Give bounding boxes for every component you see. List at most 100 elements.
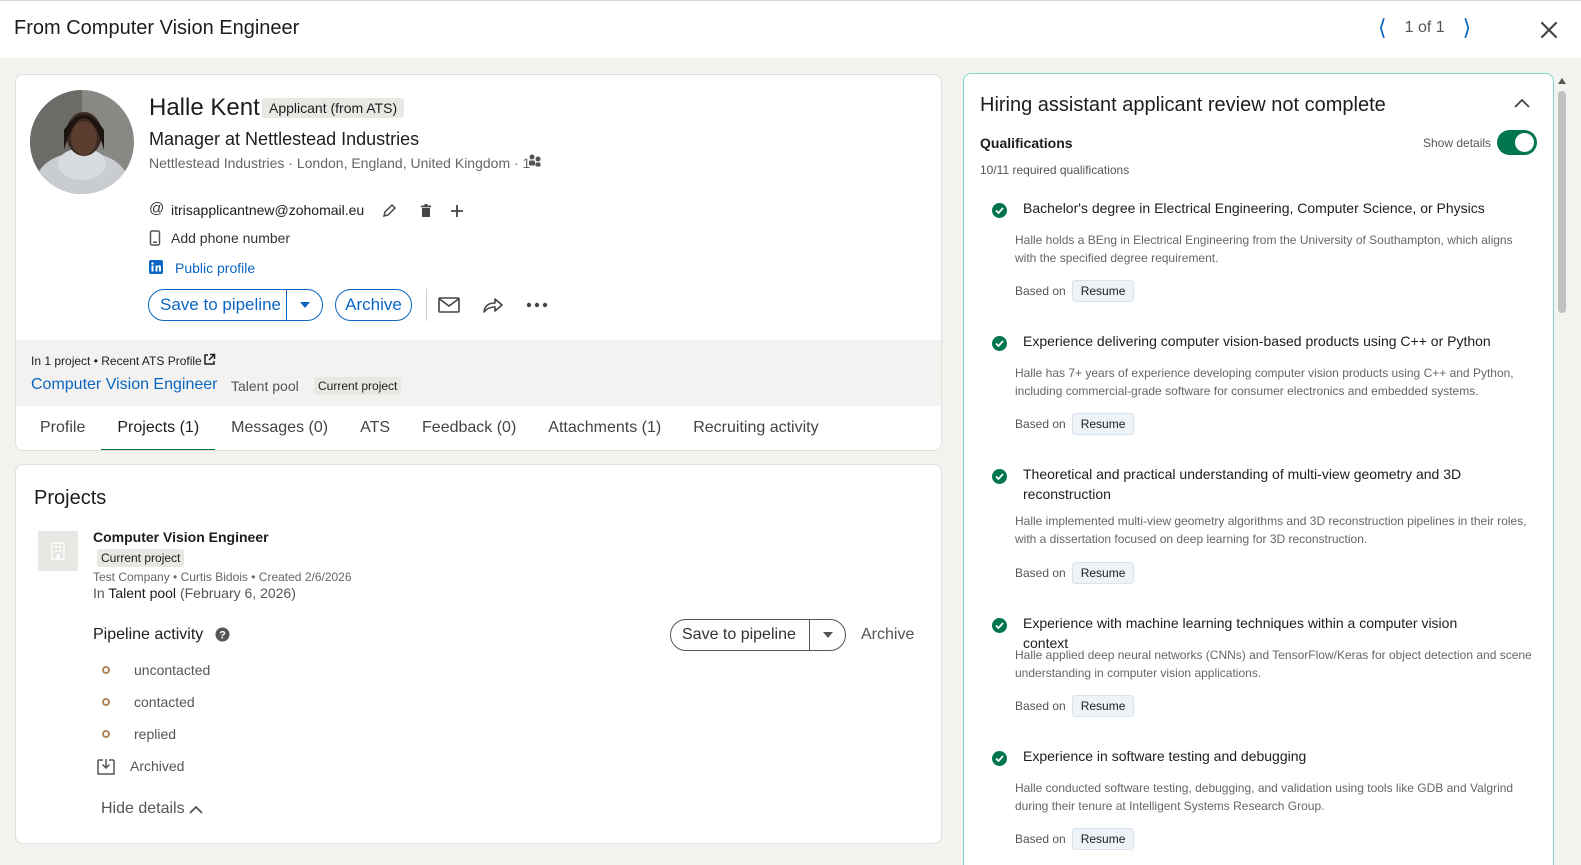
- based-on: Based on Resume: [1015, 562, 1135, 584]
- candidate-name: Halle Kent: [149, 94, 260, 121]
- linkedin-icon: [149, 260, 163, 274]
- save-to-pipeline-button[interactable]: Save to pipeline: [148, 289, 323, 321]
- qualification-title: Experience delivering computer vision-ba…: [1023, 333, 1491, 349]
- stage-dot-icon: [102, 698, 110, 706]
- previous-icon[interactable]: ⟨: [1378, 17, 1387, 39]
- pipeline-save-button[interactable]: Save to pipeline: [670, 619, 846, 651]
- stage-uncontacted: uncontacted: [94, 654, 210, 686]
- add-phone-link[interactable]: Add phone number: [171, 230, 290, 246]
- resume-chip[interactable]: Resume: [1071, 280, 1135, 302]
- stage-label: replied: [134, 726, 177, 742]
- project-link[interactable]: Computer Vision Engineer: [31, 376, 217, 394]
- save-dropdown[interactable]: [286, 290, 322, 320]
- current-project-tag: Current project: [314, 377, 402, 395]
- based-on: Based on Resume: [1015, 695, 1135, 717]
- panel-scrollbar[interactable]: [1557, 77, 1567, 865]
- resume-chip[interactable]: Resume: [1071, 413, 1135, 435]
- projects-card: Projects Computer Vision Engineer Curren…: [15, 464, 942, 844]
- pipeline-save-dropdown[interactable]: [809, 620, 845, 650]
- projects-heading: Projects: [34, 487, 107, 509]
- save-to-pipeline-label: Save to pipeline: [160, 295, 281, 314]
- more-icon[interactable]: [526, 302, 548, 308]
- qualifications-heading: Qualifications: [980, 135, 1073, 151]
- archive-button[interactable]: Archive: [335, 289, 412, 321]
- profile-card: Halle Kent Applicant (from ATS) Manager …: [15, 74, 942, 451]
- building-icon: [51, 542, 65, 560]
- resume-chip[interactable]: Resume: [1071, 828, 1135, 850]
- pipeline-stages: uncontacted contacted replied Archived: [94, 654, 210, 782]
- stage-contacted: contacted: [94, 686, 210, 718]
- ats-summary: In 1 project • Recent ATS Profile Comput…: [16, 340, 941, 406]
- tab-projects[interactable]: Projects (1): [101, 405, 215, 450]
- based-on-label: Based on: [1015, 699, 1066, 713]
- scroll-up-icon[interactable]: [1558, 77, 1566, 85]
- tab-ats[interactable]: ATS: [344, 405, 406, 450]
- stage-dot-icon: [102, 666, 110, 674]
- pipeline-archive-button[interactable]: Archive: [861, 626, 914, 644]
- based-on-label: Based on: [1015, 417, 1066, 431]
- message-icon[interactable]: [438, 296, 460, 314]
- based-on-label: Based on: [1015, 566, 1066, 580]
- avatar[interactable]: [30, 90, 134, 194]
- tab-recruiting-activity[interactable]: Recruiting activity: [677, 405, 834, 450]
- phone-icon: [149, 230, 161, 246]
- share-icon[interactable]: [482, 296, 504, 314]
- close-icon[interactable]: [1536, 17, 1562, 43]
- resume-chip[interactable]: Resume: [1071, 562, 1135, 584]
- in-stage: Talent pool: [108, 585, 177, 601]
- based-on-label: Based on: [1015, 832, 1066, 846]
- help-icon[interactable]: ?: [215, 627, 230, 642]
- applicant-badge: Applicant (from ATS): [262, 98, 405, 118]
- toggle-knob: [1515, 133, 1534, 152]
- hiring-assistant-panel: Hiring assistant applicant review not co…: [963, 73, 1554, 865]
- tab-profile[interactable]: Profile: [24, 405, 101, 450]
- stage-label: contacted: [134, 694, 195, 710]
- stage-archived: Archived: [94, 750, 210, 782]
- next-icon[interactable]: ⟩: [1463, 17, 1472, 39]
- pager: ⟨ 1 of 1 ⟩: [1378, 17, 1472, 39]
- scrollbar-thumb[interactable]: [1558, 91, 1566, 313]
- add-icon[interactable]: [449, 203, 465, 219]
- project-title[interactable]: Computer Vision Engineer: [93, 529, 269, 545]
- qualification-title: Experience in software testing and debug…: [1023, 748, 1307, 764]
- chevron-up-icon: [188, 805, 203, 814]
- qualification-title: Theoretical and practical understanding …: [1023, 466, 1462, 502]
- pipeline-heading: Pipeline activity: [93, 626, 204, 643]
- at-icon: @: [149, 200, 165, 217]
- collapse-icon[interactable]: [1514, 98, 1530, 108]
- show-details-toggle[interactable]: [1497, 130, 1537, 155]
- hide-details-label: Hide details: [101, 800, 185, 817]
- based-on: Based on Resume: [1015, 828, 1135, 850]
- project-stage: Talent pool: [231, 378, 299, 394]
- project-stage-line: In Talent pool (February 6, 2026): [93, 585, 296, 601]
- hide-details-button[interactable]: Hide details: [101, 800, 203, 818]
- hiring-panel-title: Hiring assistant applicant review not co…: [980, 94, 1386, 116]
- email-address[interactable]: itrisapplicantnew@zohomail.eu: [171, 202, 364, 218]
- stage-replied: replied: [94, 718, 210, 750]
- qualification-desc: Halle has 7+ years of experience develop…: [1015, 366, 1514, 398]
- trash-icon[interactable]: [418, 203, 434, 219]
- check-icon: [992, 618, 1007, 633]
- check-icon: [992, 203, 1007, 218]
- in-date: (February 6, 2026): [179, 585, 296, 601]
- profile-tabs: Profile Projects (1) Messages (0) ATS Fe…: [16, 405, 941, 450]
- pager-text: 1 of 1: [1404, 19, 1445, 36]
- qualification-title: Bachelor's degree in Electrical Engineer…: [1023, 200, 1485, 216]
- edit-icon[interactable]: [381, 203, 397, 219]
- tab-feedback[interactable]: Feedback (0): [406, 405, 532, 450]
- stage-dot-icon: [102, 730, 110, 738]
- resume-chip[interactable]: Resume: [1071, 695, 1135, 717]
- in-prefix: In: [93, 585, 105, 601]
- project-current-tag: Current project: [97, 549, 185, 567]
- qualification-desc: Halle applied deep neural networks (CNNs…: [1015, 648, 1532, 680]
- stage-label: Archived: [130, 758, 185, 774]
- external-link-icon[interactable]: [203, 353, 216, 366]
- check-icon: [992, 469, 1007, 484]
- ats-line: In 1 project • Recent ATS Profile: [31, 354, 202, 368]
- modal-title: From Computer Vision Engineer: [14, 17, 300, 39]
- tab-messages[interactable]: Messages (0): [215, 405, 344, 450]
- chevron-down-icon: [299, 302, 310, 308]
- qualification-desc: Halle holds a BEng in Electrical Enginee…: [1015, 233, 1513, 265]
- public-profile-link[interactable]: Public profile: [175, 260, 255, 276]
- tab-attachments[interactable]: Attachments (1): [532, 405, 677, 450]
